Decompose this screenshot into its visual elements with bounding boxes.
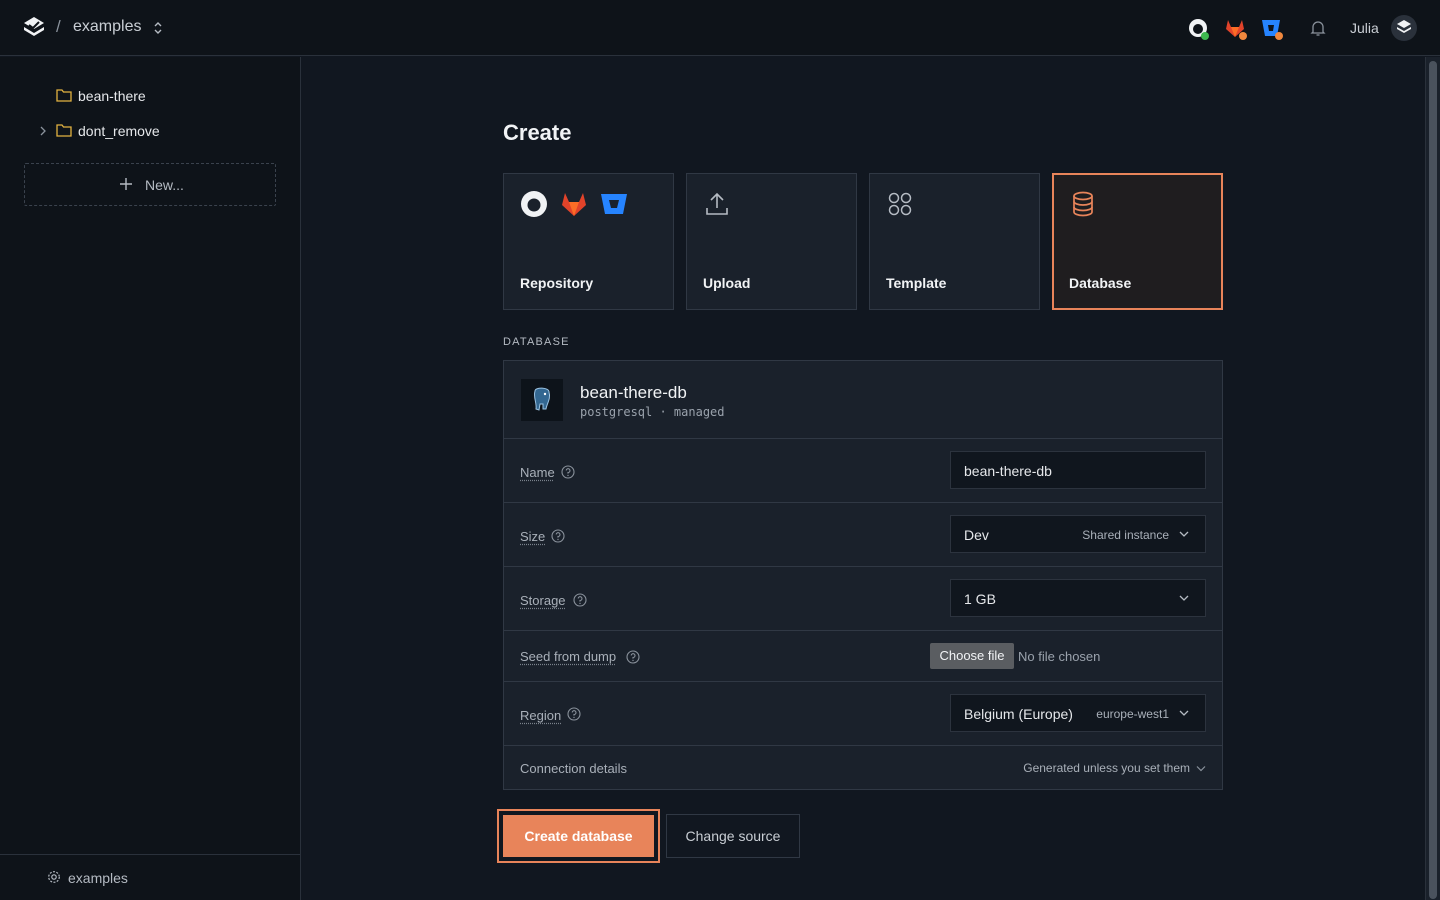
connection-details-toggle[interactable]: Connection details Generated unless you … — [504, 746, 1222, 790]
top-bar: / examples Julia — [0, 0, 1440, 56]
help-icon[interactable] — [551, 529, 565, 543]
field-row-region: Region Belgium (Europe) europe-west1 — [504, 682, 1222, 746]
storage-select-value: 1 GB — [964, 591, 996, 607]
scrollbar-thumb[interactable] — [1429, 61, 1437, 899]
sidebar-footer[interactable]: examples — [0, 854, 300, 900]
name-input-value: bean-there-db — [964, 463, 1052, 479]
region-select[interactable]: Belgium (Europe) europe-west1 — [950, 694, 1206, 732]
database-meta: postgresql · managed — [580, 405, 725, 419]
source-card-label: Template — [886, 275, 947, 291]
section-label: DATABASE — [503, 336, 570, 348]
database-panel: bean-there-db postgresql · managed Name … — [503, 360, 1223, 790]
field-label-size: Size — [520, 529, 546, 544]
change-source-button[interactable]: Change source — [666, 814, 800, 858]
source-card-label: Repository — [520, 275, 594, 291]
source-card-repository[interactable]: Repository — [503, 173, 674, 310]
field-row-storage: Storage 1 GB — [504, 567, 1222, 631]
sidebar-item-dont-remove[interactable]: dont_remove — [0, 119, 300, 143]
github-icon[interactable] — [1186, 16, 1212, 42]
bell-icon[interactable] — [1309, 19, 1327, 37]
source-card-template[interactable]: Template — [869, 173, 1040, 310]
chevron-down-icon — [1179, 710, 1189, 716]
region-select-value: Belgium (Europe) — [964, 706, 1073, 722]
size-select-value: Dev — [964, 527, 989, 543]
sidebar-item-label: bean-there — [78, 88, 146, 104]
avatar[interactable] — [1391, 15, 1417, 41]
database-header: bean-there-db postgresql · managed — [504, 361, 1222, 439]
gear-icon — [48, 871, 60, 883]
breadcrumb-project[interactable]: examples — [73, 18, 141, 36]
field-row-name: Name bean-there-db — [504, 439, 1222, 503]
field-row-seed: Seed from dump Choose file No file chose… — [504, 631, 1222, 682]
chevron-down-icon — [1196, 766, 1206, 772]
git-providers-icon — [521, 191, 627, 217]
postgresql-logo — [521, 379, 563, 421]
field-label-region: Region — [520, 708, 562, 723]
region-select-hint: europe-west1 — [1096, 707, 1169, 721]
chevron-down-icon — [1179, 595, 1189, 601]
connection-details-hint: Generated unless you set them — [1023, 761, 1190, 775]
chevron-down-icon — [1179, 531, 1189, 537]
create-database-label: Create database — [503, 815, 654, 857]
gitlab-icon[interactable] — [1223, 16, 1249, 42]
new-item-label: New... — [145, 177, 184, 193]
choose-file-button[interactable]: Choose file — [930, 643, 1014, 669]
app-logo-icon[interactable] — [22, 16, 46, 40]
postgresql-elephant-icon — [533, 387, 551, 411]
project-switch-icon[interactable] — [152, 20, 164, 36]
source-card-database[interactable]: Database — [1052, 173, 1223, 310]
avatar-logo-icon — [1397, 20, 1411, 33]
user-name[interactable]: Julia — [1350, 20, 1379, 36]
source-card-upload[interactable]: Upload — [686, 173, 857, 310]
size-select[interactable]: Dev Shared instance — [950, 515, 1206, 553]
create-database-button[interactable]: Create database — [497, 809, 660, 863]
breadcrumb-separator: / — [56, 17, 61, 36]
file-status: No file chosen — [1018, 649, 1101, 664]
help-icon[interactable] — [626, 650, 640, 664]
help-icon[interactable] — [567, 707, 581, 721]
source-card-label: Upload — [703, 275, 751, 291]
new-item-button[interactable]: New... — [24, 163, 276, 206]
page-title: Create — [503, 120, 572, 145]
bitbucket-icon[interactable] — [1259, 16, 1285, 42]
name-input[interactable]: bean-there-db — [950, 451, 1206, 489]
field-label-storage: Storage — [520, 593, 566, 608]
folder-icon — [56, 89, 72, 102]
field-label-name: Name — [520, 465, 555, 480]
source-card-label: Database — [1069, 275, 1132, 291]
template-grid-icon — [888, 192, 912, 216]
sidebar: bean-there dont_remove New... examples — [0, 57, 301, 900]
sidebar-item-bean-there[interactable]: bean-there — [0, 84, 300, 108]
plus-icon — [120, 178, 132, 190]
database-icon — [1073, 191, 1093, 217]
database-name: bean-there-db — [580, 383, 687, 402]
chevron-right-icon[interactable] — [38, 125, 48, 137]
field-row-size: Size Dev Shared instance — [504, 503, 1222, 567]
size-select-hint: Shared instance — [1082, 528, 1169, 542]
connection-details-label: Connection details — [520, 761, 627, 776]
sidebar-footer-label: examples — [68, 870, 128, 886]
help-icon[interactable] — [573, 593, 587, 607]
storage-select[interactable]: 1 GB — [950, 579, 1206, 617]
folder-icon — [56, 124, 72, 137]
upload-icon — [706, 192, 728, 215]
scrollbar[interactable] — [1425, 57, 1440, 900]
help-icon[interactable] — [561, 465, 575, 479]
field-label-seed: Seed from dump — [520, 649, 617, 664]
sidebar-item-label: dont_remove — [78, 123, 160, 139]
